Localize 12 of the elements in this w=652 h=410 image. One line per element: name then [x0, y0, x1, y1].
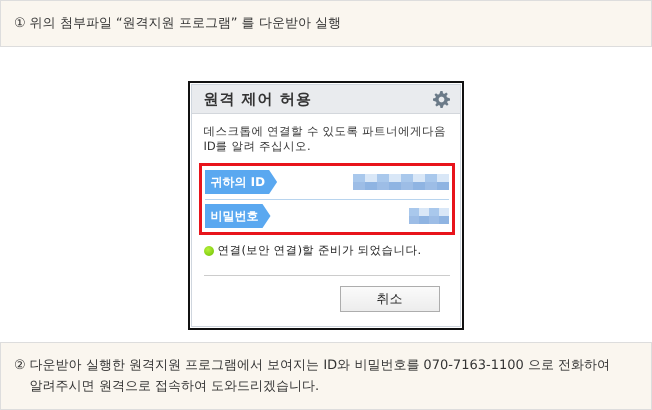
redacted-value	[408, 208, 448, 224]
status-text: 연결(보안 연결)할 준비가 되었습니다.	[218, 243, 422, 258]
field-label: 비밀번호	[204, 204, 270, 228]
step-number: ①	[14, 15, 26, 33]
step-number: ②	[14, 357, 26, 375]
field-label: 귀하의 ID	[204, 170, 278, 194]
instruction-text: 데스크톱에 연결할 수 있도록 파트너에게다음 ID를 알려 주십시오.	[204, 124, 448, 154]
step-text: 다운받아 실행한 원격지원 프로그램에서 보여지는 ID와 비밀번호를 070-7163-1100 으로 전화하여 알려주시면 원격으로 접속하여 도와드리겠습니다.	[30, 357, 612, 396]
step-text: 위의 첨부파일 “원격지원 프로그램” 를 다운받아 실행	[30, 15, 341, 33]
settings-icon[interactable]	[432, 90, 450, 108]
dialog-title: 원격 제어 허용	[204, 90, 312, 108]
cancel-button[interactable]: 취소	[340, 286, 440, 312]
